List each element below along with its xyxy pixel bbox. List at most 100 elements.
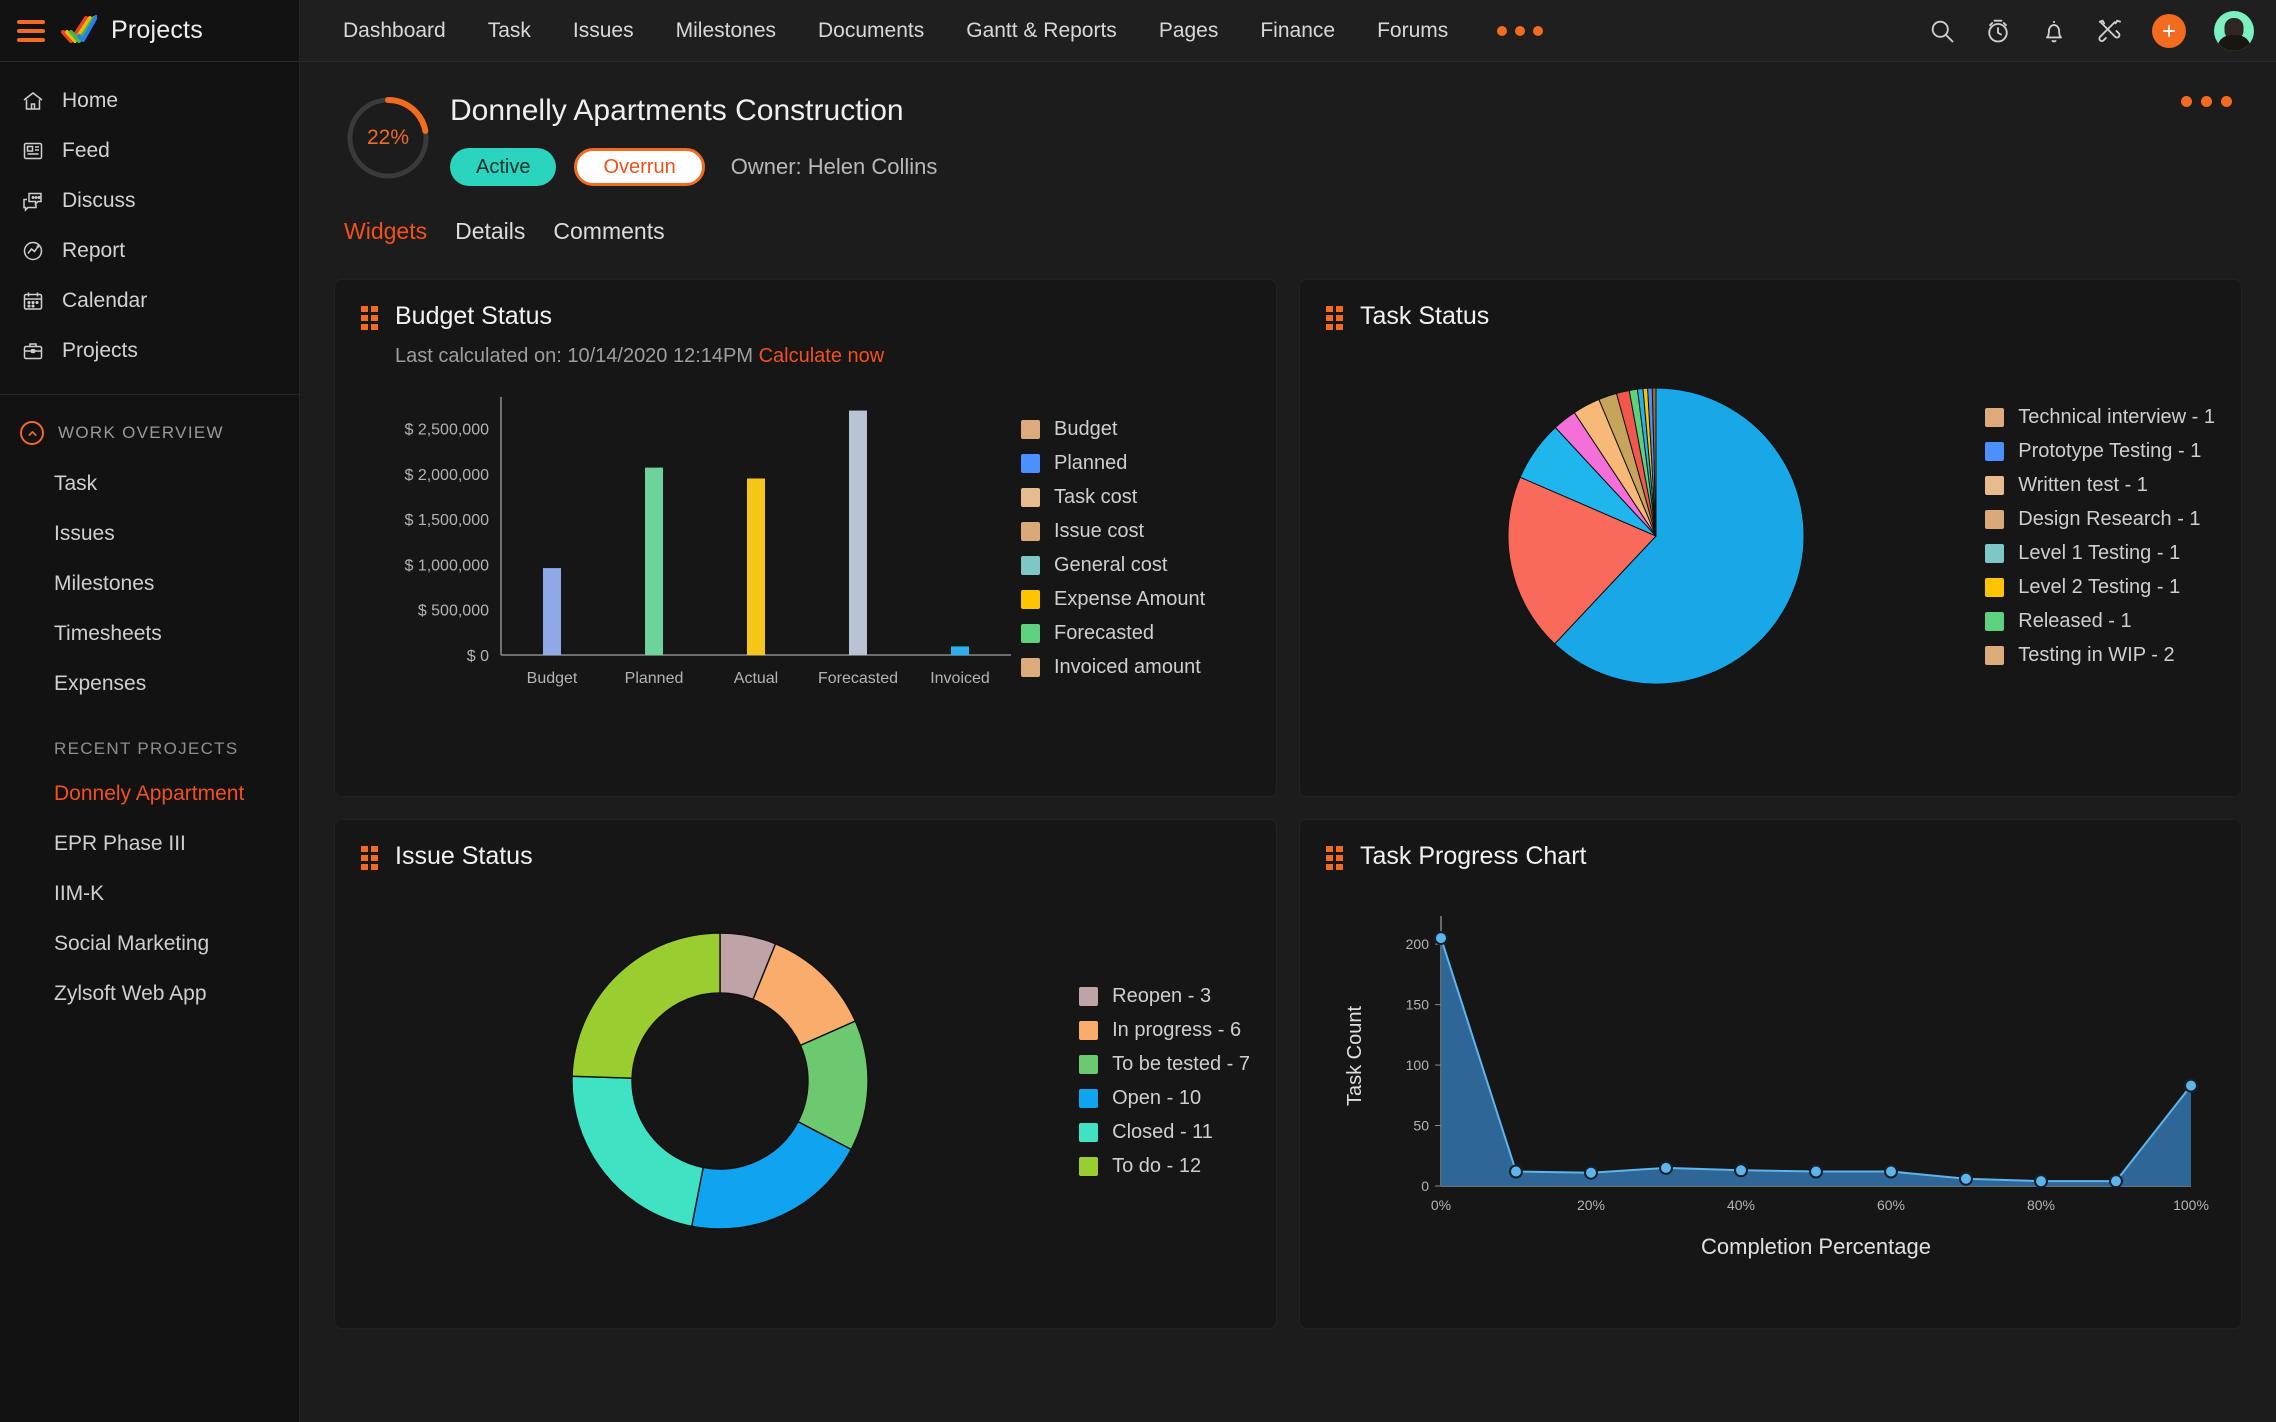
legend-item[interactable]: Budget <box>1021 418 1205 441</box>
sidebar-item-issues[interactable]: Issues <box>0 509 299 559</box>
tab-finance[interactable]: Finance <box>1239 0 1356 62</box>
sidebar-project-label: EPR Phase III <box>54 832 186 855</box>
svg-text:$ 1,000,000: $ 1,000,000 <box>404 557 489 574</box>
content-area: 22% Donnelly Apartments Construction Act… <box>300 62 2276 1422</box>
tab-pages[interactable]: Pages <box>1138 0 1240 62</box>
legend-label: Design Research - 1 <box>2018 507 2201 530</box>
legend-item[interactable]: Expense Amount <box>1021 588 1205 611</box>
sidebar-item-timesheets[interactable]: Timesheets <box>0 609 299 659</box>
widget-title: Budget Status <box>395 302 553 330</box>
sidebar-project-social-marketing[interactable]: Social Marketing <box>0 919 299 969</box>
sidebar-section-recent-projects: RECENT PROJECTS <box>54 739 239 758</box>
widget-header: Task Progress Chart <box>1326 842 2215 871</box>
svg-text:150: 150 <box>1405 997 1429 1013</box>
tab-issues[interactable]: Issues <box>552 0 655 62</box>
status-badge-overrun[interactable]: Overrun <box>574 148 705 186</box>
svg-text:$ 1,500,000: $ 1,500,000 <box>404 512 489 529</box>
sidebar-section-work-overview[interactable]: WORK OVERVIEW <box>0 395 299 459</box>
sidebar-item-report[interactable]: Report <box>0 226 299 276</box>
tab-gantt-reports[interactable]: Gantt & Reports <box>945 0 1138 62</box>
legend-item[interactable]: Open - 10 <box>1079 1087 1250 1110</box>
legend-item[interactable]: General cost <box>1021 554 1205 577</box>
drag-handle-icon[interactable] <box>361 845 379 870</box>
report-icon <box>20 238 46 264</box>
sidebar-section-label: WORK OVERVIEW <box>58 423 224 442</box>
legend-item[interactable]: Reopen - 3 <box>1079 985 1250 1008</box>
app-logo-icon <box>59 14 98 48</box>
legend-label: Forecasted <box>1054 621 1155 644</box>
tab-details[interactable]: Details <box>455 218 525 251</box>
sidebar-item-milestones[interactable]: Milestones <box>0 559 299 609</box>
widget-title: Issue Status <box>395 842 533 870</box>
tools-icon[interactable] <box>2096 17 2124 45</box>
legend-swatch <box>1985 441 2005 461</box>
tab-task[interactable]: Task <box>467 0 552 62</box>
tab-milestones[interactable]: Milestones <box>655 0 797 62</box>
widget-issue-status: Issue Status Reopen - 3 In progress - 6 To… <box>334 819 1277 1329</box>
svg-text:$ 0: $ 0 <box>467 648 489 665</box>
search-icon[interactable] <box>1928 17 1956 45</box>
legend-item[interactable]: Level 2 Testing - 1 <box>1985 576 2215 599</box>
legend-item[interactable]: Task cost <box>1021 486 1205 509</box>
tab-widgets[interactable]: Widgets <box>344 218 427 251</box>
drag-handle-icon[interactable] <box>1326 305 1344 330</box>
more-horizontal-icon[interactable] <box>1469 25 1571 36</box>
sidebar-item-home[interactable]: Home <box>0 76 299 126</box>
legend-label: Prototype Testing - 1 <box>2018 439 2202 462</box>
sidebar-project-donnely-appartment[interactable]: Donnely Appartment <box>0 769 299 819</box>
sidebar-item-feed[interactable]: Feed <box>0 126 299 176</box>
issue-status-donut-chart <box>571 932 869 1230</box>
tab-forums[interactable]: Forums <box>1356 0 1469 62</box>
budget-bar-chart: $ 0 $ 500,000 $ 1,000,000 $ 1,500,000 $ 2,00… <box>404 397 1011 687</box>
sidebar-item-task[interactable]: Task <box>0 459 299 509</box>
sidebar-sub-label: Timesheets <box>54 622 162 645</box>
legend-item[interactable]: Level 1 Testing - 1 <box>1985 542 2215 565</box>
legend-label: Written test - 1 <box>2018 473 2148 496</box>
legend-swatch <box>1985 475 2005 495</box>
legend-item[interactable]: Forecasted <box>1021 622 1205 645</box>
legend-item[interactable]: Technical interview - 1 <box>1985 406 2215 429</box>
legend-item[interactable]: To be tested - 7 <box>1079 1053 1250 1076</box>
sidebar-item-expenses[interactable]: Expenses <box>0 659 299 709</box>
hamburger-icon[interactable] <box>17 19 45 42</box>
tab-documents[interactable]: Documents <box>797 0 945 62</box>
sidebar-item-projects[interactable]: Projects <box>0 326 299 376</box>
legend-item[interactable]: To do - 12 <box>1079 1155 1250 1178</box>
legend-item[interactable]: In progress - 6 <box>1079 1019 1250 1042</box>
sidebar-item-discuss[interactable]: Discuss <box>0 176 299 226</box>
legend-item[interactable]: Design Research - 1 <box>1985 508 2215 531</box>
legend-label: Level 1 Testing - 1 <box>2018 541 2181 564</box>
legend-item[interactable]: Closed - 11 <box>1079 1121 1250 1144</box>
widget-grid: Budget Status Last calculated on: 10/14/… <box>334 279 2242 1329</box>
avatar[interactable] <box>2214 10 2254 51</box>
calculate-now-link[interactable]: Calculate now <box>759 345 885 367</box>
legend-label: Budget <box>1054 417 1118 440</box>
legend-item[interactable]: Testing in WIP - 2 <box>1985 644 2215 667</box>
issue-status-chart-row: Reopen - 3 In progress - 6 To be tested - … <box>361 871 1250 1291</box>
sidebar-project-iim-k[interactable]: IIM-K <box>0 869 299 919</box>
timer-icon[interactable] <box>1984 17 2012 45</box>
bell-icon[interactable] <box>2040 17 2068 45</box>
project-more-horizontal-icon[interactable] <box>2181 86 2242 107</box>
sidebar-project-epr-phase-iii[interactable]: EPR Phase III <box>0 819 299 869</box>
status-badge-active[interactable]: Active <box>450 148 557 186</box>
tab-dashboard[interactable]: Dashboard <box>322 0 467 62</box>
legend-item[interactable]: Released - 1 <box>1985 610 2215 633</box>
legend-item[interactable]: Written test - 1 <box>1985 474 2215 497</box>
drag-handle-icon[interactable] <box>361 305 379 330</box>
sidebar-project-zylsoft-web-app[interactable]: Zylsoft Web App <box>0 969 299 1019</box>
legend-item[interactable]: Prototype Testing - 1 <box>1985 440 2215 463</box>
legend-label: Open - 10 <box>1112 1086 1202 1109</box>
legend-item[interactable]: Issue cost <box>1021 520 1205 543</box>
legend-swatch <box>1985 645 2005 665</box>
legend-item[interactable]: Planned <box>1021 452 1205 475</box>
drag-handle-icon[interactable] <box>1326 845 1344 870</box>
plus-icon[interactable] <box>2152 13 2186 48</box>
sidebar-item-calendar[interactable]: Calendar <box>0 276 299 326</box>
legend-label: Task cost <box>1054 485 1138 508</box>
tab-comments[interactable]: Comments <box>553 218 664 251</box>
legend-label: Invoiced amount <box>1054 655 1201 678</box>
legend-item[interactable]: Invoiced amount <box>1021 656 1205 679</box>
progress-ring: 22% <box>344 94 432 182</box>
svg-text:Actual: Actual <box>734 670 778 687</box>
